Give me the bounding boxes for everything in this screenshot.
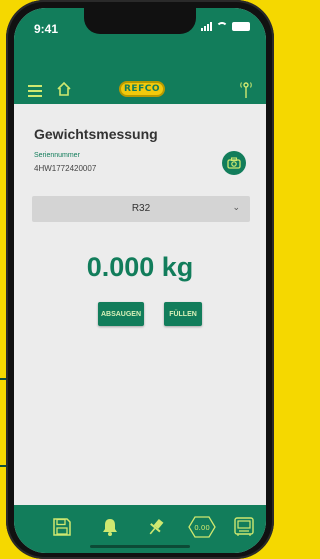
nav-bar: REFCO (14, 80, 266, 104)
tare-label: 0.00 (194, 524, 210, 532)
camera-icon (227, 157, 241, 169)
pin-icon (149, 518, 164, 535)
battery-icon (232, 21, 250, 31)
wifi-icon (216, 22, 228, 30)
phone-frame: 9:41 REFCO Gewichtsmessung Seriennummer … (6, 0, 274, 559)
save-icon (53, 518, 71, 536)
fullen-button[interactable]: FÜLLEN (164, 302, 202, 326)
serial-number: 4HW1772420007 (34, 164, 97, 173)
antenna-icon[interactable] (240, 81, 252, 104)
camera-button[interactable] (222, 151, 246, 175)
refrigerant-select[interactable]: R32 ⌄ (32, 196, 250, 222)
refco-logo: REFCO (119, 81, 165, 97)
home-indicator (90, 545, 190, 548)
pin-tab[interactable] (144, 515, 168, 539)
camera-notch (84, 8, 196, 34)
app-screen: 9:41 REFCO Gewichtsmessung Seriennummer … (14, 8, 266, 553)
bell-tab[interactable] (98, 515, 122, 539)
tare-icon: 0.00 (188, 516, 216, 538)
top-app-bar: 9:41 REFCO (14, 8, 266, 104)
absaugen-button[interactable]: ABSAUGEN (98, 302, 144, 326)
tare-tab[interactable]: 0.00 (188, 515, 216, 539)
refrigerant-value: R32 (131, 203, 151, 214)
status-time: 9:41 (34, 22, 59, 36)
bell-icon (103, 519, 117, 536)
device-icon (234, 517, 254, 536)
serial-label: Seriennummer (34, 152, 80, 159)
status-icons (201, 21, 250, 31)
weight-readout: 0.000 kg (86, 252, 194, 282)
logo-text: REFCO (124, 84, 160, 94)
bottom-nav: 0.00 (14, 505, 266, 553)
device-tab[interactable] (232, 515, 256, 539)
page-title: Gewichtsmessung (34, 126, 158, 142)
signal-icon (201, 21, 212, 31)
save-tab[interactable] (50, 515, 74, 539)
chevron-down-icon: ⌄ (232, 202, 240, 212)
home-icon[interactable] (56, 81, 72, 102)
menu-icon[interactable] (28, 85, 42, 100)
